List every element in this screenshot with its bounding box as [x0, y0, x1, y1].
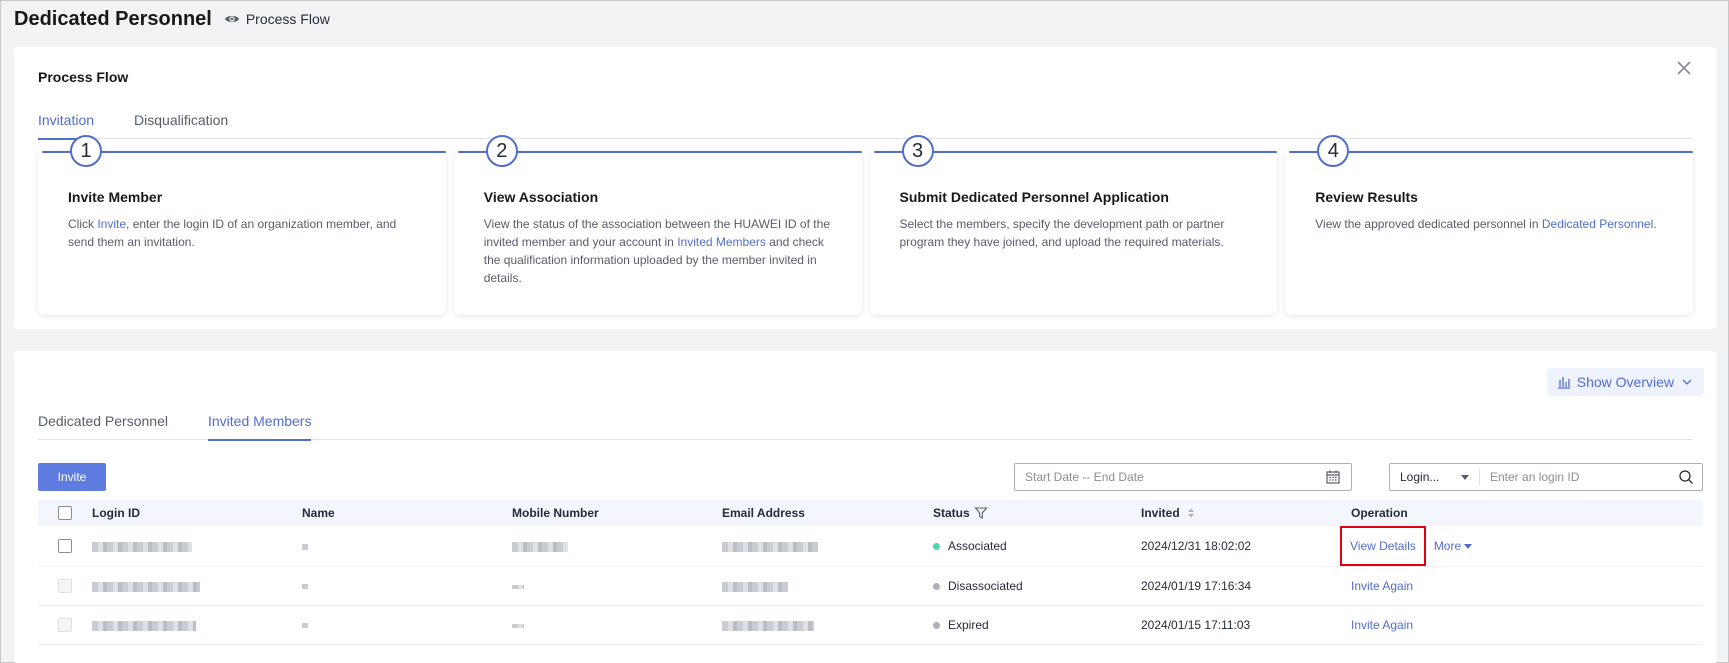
show-overview-button[interactable]: Show Overview [1546, 368, 1704, 396]
step-description: View the status of the association betwe… [483, 217, 830, 285]
step-card: 1 Invite Member Click Invite, enter the … [38, 135, 446, 315]
status-dot [933, 583, 940, 591]
tab-invitation[interactable]: Invitation [38, 103, 95, 140]
process-flow-tabs: Invitation Disqualification [38, 103, 1693, 140]
select-all-checkbox[interactable] [58, 506, 72, 521]
login-id-search: Login... [1389, 463, 1703, 491]
invited-members-link[interactable]: Invited Members [677, 235, 766, 249]
redacted-login-id [92, 581, 200, 592]
status-dot [933, 543, 940, 551]
step-title: View Association [483, 189, 599, 205]
page-title: Dedicated Personnel [14, 7, 212, 30]
redacted-login-id [92, 620, 196, 631]
redacted-email [722, 620, 814, 631]
step-card: 3 Submit Dedicated Personnel Application… [869, 135, 1278, 315]
status-text: Associated [948, 539, 1007, 553]
bar-chart-icon [1557, 377, 1570, 389]
process-flow-title: Process Flow [38, 69, 129, 85]
step-number: 1 [70, 135, 102, 167]
invite-again-link[interactable]: Invite Again [1351, 579, 1413, 593]
invite-again-link[interactable]: Invite Again [1351, 618, 1413, 632]
close-icon[interactable] [1675, 59, 1693, 77]
col-login-id: Login ID [82, 500, 292, 526]
redacted-name [302, 623, 308, 629]
tab-invited-members[interactable]: Invited Members [207, 404, 312, 441]
login-id-input[interactable] [1480, 470, 1678, 484]
more-dropdown[interactable]: More [1434, 539, 1473, 553]
step-title: Review Results [1315, 189, 1418, 205]
caret-down-icon [1464, 544, 1473, 550]
col-invited: Invited [1141, 505, 1180, 520]
col-email: Email Address [712, 500, 923, 526]
members-panel: Show Overview Dedicated Personnel Invite… [14, 351, 1717, 663]
search-field-select[interactable]: Login... [1390, 469, 1480, 485]
page-header: Dedicated Personnel Process Flow [14, 5, 330, 33]
table-row: Associated 2024/12/31 18:02:02 View Deta… [38, 526, 1703, 567]
redacted-mobile [512, 623, 524, 628]
redacted-email [722, 541, 818, 552]
redacted-name [302, 543, 308, 550]
invited-time: 2024/01/19 17:16:34 [1131, 566, 1341, 606]
col-operation: Operation [1341, 500, 1703, 526]
row-checkbox [58, 579, 72, 594]
view-details-link[interactable]: View Details [1340, 526, 1426, 566]
redacted-name [302, 584, 308, 590]
tab-disqualification[interactable]: Disqualification [134, 103, 228, 139]
sort-icon[interactable] [1184, 506, 1198, 520]
redacted-mobile [512, 541, 568, 552]
step-number: 4 [1317, 135, 1350, 167]
row-checkbox[interactable] [58, 539, 72, 554]
members-tabs: Dedicated Personnel Invited Members [38, 404, 1693, 441]
search-field-value: Login... [1400, 470, 1440, 484]
status-text: Expired [948, 618, 989, 632]
redacted-mobile [512, 584, 524, 589]
process-flow-link[interactable]: Process Flow [224, 11, 330, 27]
date-range-placeholder: Start Date -- End Date [1025, 470, 1144, 484]
dedicated-personnel-link[interactable]: Dedicated Personnel [1542, 217, 1653, 231]
step-description: View the approved dedicated personnel in… [1315, 217, 1657, 231]
caret-down-icon [1461, 474, 1469, 480]
row-checkbox [58, 618, 72, 633]
invite-link[interactable]: Invite [97, 217, 126, 231]
eye-icon [224, 16, 239, 22]
tab-dedicated-personnel[interactable]: Dedicated Personnel [38, 404, 168, 440]
col-status: Status [933, 505, 970, 520]
chevron-down-icon [1682, 379, 1692, 385]
calendar-icon [1326, 470, 1340, 484]
table-header-row: Login ID Name Mobile Number Email Addres… [38, 500, 1703, 526]
status-text: Disassociated [948, 579, 1023, 593]
filter-icon[interactable] [974, 506, 988, 520]
redacted-login-id [92, 541, 192, 552]
table-row: Disassociated 2024/01/19 17:16:34 Invite… [38, 566, 1703, 606]
step-description: Click Invite, enter the login ID of an o… [68, 217, 397, 249]
invite-button[interactable]: Invite [38, 463, 106, 491]
table-row: Expired 2024/01/15 17:11:03 Invite Again [38, 605, 1703, 645]
redacted-email [722, 581, 788, 592]
step-number: 3 [901, 135, 934, 167]
step-card: 4 Review Results View the approved dedic… [1285, 135, 1693, 315]
status-dot [933, 622, 940, 630]
col-mobile: Mobile Number [502, 500, 712, 526]
search-icon[interactable] [1678, 469, 1694, 485]
step-number: 2 [485, 135, 518, 167]
step-card: 2 View Association View the status of th… [453, 135, 862, 315]
date-range-picker[interactable]: Start Date -- End Date [1014, 463, 1352, 491]
members-table: Login ID Name Mobile Number Email Addres… [38, 500, 1703, 645]
process-flow-panel: Process Flow Invitation Disqualification… [14, 47, 1717, 329]
show-overview-label: Show Overview [1576, 374, 1674, 390]
invited-time: 2024/12/31 18:02:02 [1131, 526, 1341, 567]
step-description: Select the members, specify the developm… [899, 217, 1225, 249]
step-title: Invite Member [68, 189, 163, 205]
step-title: Submit Dedicated Personnel Application [899, 189, 1169, 205]
invited-time: 2024/01/15 17:11:03 [1131, 605, 1341, 645]
process-flow-label: Process Flow [245, 11, 330, 27]
process-steps: 1 Invite Member Click Invite, enter the … [38, 135, 1693, 315]
col-name: Name [292, 500, 502, 526]
